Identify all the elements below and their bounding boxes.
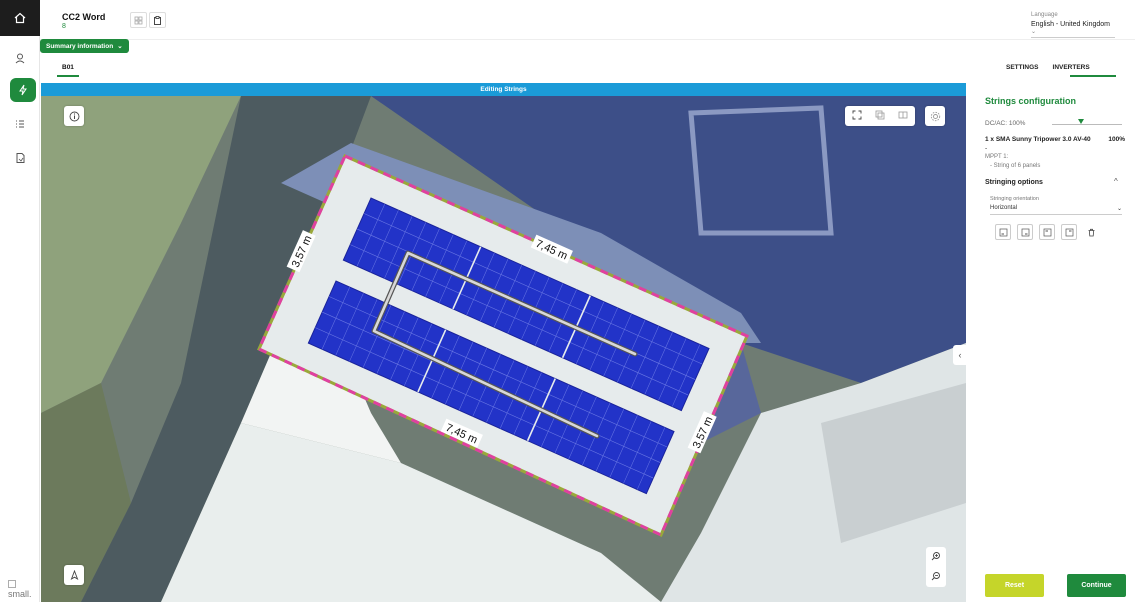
grid-icon [134, 16, 143, 24]
panel-tabs: SETTINGS INVERTERS [1006, 64, 1090, 71]
settings-button[interactable] [925, 106, 945, 126]
gear-icon [930, 111, 940, 121]
stringing-tools [995, 224, 1099, 240]
language-select[interactable]: English - United Kingdom ⌄ [1031, 21, 1115, 38]
strings-config-panel: Strings configuration DC/AC: 100% 1 x SM… [966, 83, 1135, 602]
trash-icon [1088, 228, 1094, 236]
header-actions [130, 12, 168, 28]
report-button[interactable] [10, 148, 30, 168]
delete-string-button[interactable] [1083, 224, 1099, 240]
compass-icon [70, 569, 78, 580]
inverter-row: 1 x SMA Sunny Tripower 3.0 AV-40 100% [985, 136, 1125, 143]
3d-view-icon [898, 111, 908, 119]
app-root: small. CC2 Word 8 Language English - Uni… [0, 0, 1135, 602]
chevron-down-icon: ⌄ [1031, 29, 1037, 35]
chevron-down-icon: ⌄ [117, 43, 123, 50]
dcac-slider-thumb[interactable] [1078, 119, 1084, 124]
continue-button[interactable]: Continue [1067, 574, 1126, 597]
reset-button[interactable]: Reset [985, 574, 1044, 597]
orientation-label: Stringing orientation [990, 196, 1039, 202]
brand-logo: small. [8, 580, 32, 599]
align-top-right-button[interactable] [1061, 224, 1077, 240]
language-label: Language [1031, 12, 1058, 18]
tabs-row: B01 SETTINGS INVERTERS [40, 55, 1135, 83]
stringing-options-title: Stringing options [985, 179, 1043, 186]
dcac-ratio-label: DC/AC: 100% [985, 120, 1026, 127]
inverter-percent: 100% [1108, 136, 1125, 143]
chevron-up-icon[interactable]: ^ [1114, 177, 1118, 186]
broken-image-icon [8, 580, 16, 588]
align-bottom-right-icon [1021, 228, 1029, 236]
pin-icon [15, 53, 25, 64]
zoom-in-button[interactable] [931, 548, 941, 566]
chevron-left-icon: ‹ [958, 350, 962, 360]
inverter-dash: - [985, 145, 988, 152]
mppt-label: MPPT 1: [985, 154, 1009, 160]
clipboard-button[interactable] [149, 12, 166, 28]
copy-icon [875, 110, 885, 120]
editing-banner: Editing Strings [41, 83, 966, 96]
zoom-controls [926, 547, 946, 587]
chevron-down-icon: ⌄ [1116, 206, 1122, 212]
project-title: CC2 Word [62, 12, 106, 22]
align-top-left-button[interactable] [1039, 224, 1055, 240]
compass-button[interactable] [64, 565, 84, 585]
zoom-out-icon [931, 572, 940, 581]
orientation-select[interactable]: Horizontal ⌄ [990, 205, 1122, 215]
aerial-imagery: 7,45 m 7,45 m 3,57 m 3,57 m [41, 96, 966, 602]
active-tab-indicator [57, 75, 79, 77]
list-button[interactable] [10, 114, 30, 134]
align-bottom-right-button[interactable] [1017, 224, 1033, 240]
align-bottom-left-icon [999, 228, 1007, 236]
strings-tool-button[interactable] [10, 78, 36, 102]
active-panel-tab-indicator [1070, 75, 1116, 77]
document-icon [16, 153, 25, 163]
3d-view-button[interactable] [898, 107, 908, 125]
info-icon [69, 111, 79, 121]
language-value: English - United Kingdom [1031, 21, 1110, 28]
inverter-name: 1 x SMA Sunny Tripower 3.0 AV-40 [985, 136, 1091, 143]
grid-view-button[interactable] [130, 12, 147, 28]
tab-settings[interactable]: SETTINGS [1006, 64, 1039, 71]
fullscreen-icon [852, 110, 862, 120]
list-icon [16, 120, 24, 128]
summary-label: Summary information [46, 42, 114, 50]
left-rail: small. [0, 0, 40, 602]
orientation-value: Horizontal [990, 205, 1018, 211]
zoom-in-icon [931, 552, 940, 561]
tab-building-b01[interactable]: B01 [62, 64, 74, 71]
home-icon [14, 12, 26, 24]
home-button[interactable] [0, 0, 40, 36]
user-location-button[interactable] [10, 48, 30, 68]
zoom-out-button[interactable] [931, 568, 941, 586]
tab-inverters[interactable]: INVERTERS [1053, 64, 1090, 71]
brand-logo-text: small. [8, 589, 32, 599]
lightning-icon [19, 84, 27, 96]
map-canvas[interactable]: Editing Strings 7,45 m 7,45 m 3,57 m 3,5… [41, 83, 966, 602]
align-top-left-icon [1043, 228, 1051, 236]
align-top-right-icon [1065, 228, 1073, 236]
fullscreen-button[interactable] [852, 107, 862, 125]
panel-title: Strings configuration [985, 96, 1076, 106]
clipboard-icon [154, 15, 161, 25]
dcac-slider[interactable] [1052, 124, 1122, 125]
collapse-panel-button[interactable]: ‹ [953, 345, 966, 365]
view-controls [845, 106, 915, 126]
info-button[interactable] [64, 106, 84, 126]
top-header: CC2 Word 8 Language English - United Kin… [40, 0, 1135, 40]
mppt-string: - String of 6 panels [990, 163, 1041, 169]
copy-view-button[interactable] [875, 107, 885, 125]
align-bottom-left-button[interactable] [995, 224, 1011, 240]
project-subtitle: 8 [62, 23, 66, 30]
summary-information-dropdown[interactable]: Summary information ⌄ [40, 39, 129, 53]
